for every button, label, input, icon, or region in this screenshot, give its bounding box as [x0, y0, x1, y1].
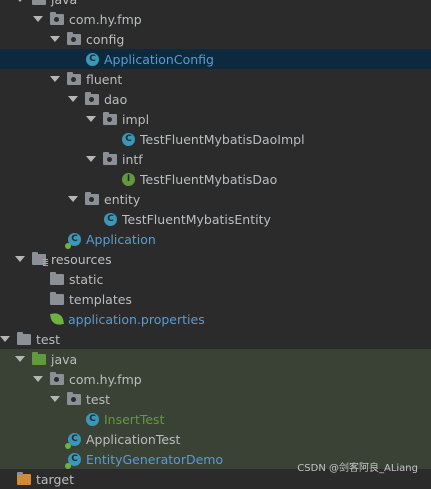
package-icon: [50, 371, 64, 385]
tree-item-package[interactable]: intf: [0, 149, 431, 169]
tree-item-interface[interactable]: I TestFluentMybatisDao: [0, 169, 431, 189]
folder-icon: [50, 291, 64, 305]
tree-item-label: java: [51, 351, 78, 367]
tree-item-label: TestFluentMybatisDao: [140, 171, 278, 187]
package-icon: [50, 11, 64, 25]
tree-item-package[interactable]: com.hy.fmp: [0, 369, 431, 389]
tree-item-package[interactable]: entity: [0, 189, 431, 209]
chevron-down-icon[interactable]: [50, 76, 60, 82]
tree-item-file[interactable]: application.properties: [0, 309, 431, 329]
tree-item-label: ApplicationTest: [86, 431, 181, 447]
folder-icon: [32, 0, 46, 5]
watermark: CSDN @剑客阿良_ALiang: [297, 463, 418, 474]
tree-item-label: application.properties: [68, 311, 205, 327]
tree-item-label: intf: [122, 151, 143, 167]
chevron-down-icon[interactable]: [33, 16, 43, 22]
tree-item-label: config: [86, 31, 125, 47]
tree-item-folder[interactable]: test: [0, 329, 431, 349]
test-class-icon: C: [86, 412, 99, 426]
tree-item-folder[interactable]: static: [0, 269, 431, 289]
package-icon: [67, 391, 81, 405]
tree-item-folder[interactable]: java: [0, 349, 431, 369]
spring-boot-class-icon: C: [65, 452, 81, 469]
tree-item-class[interactable]: C TestFluentMybatisDaoImpl: [0, 129, 431, 149]
tree-item-class[interactable]: C ApplicationTest: [0, 429, 431, 449]
chevron-down-icon[interactable]: [15, 0, 25, 2]
package-icon: [103, 111, 117, 125]
tree-item-label: com.hy.fmp: [69, 11, 142, 27]
tree-item-folder[interactable]: templates: [0, 289, 431, 309]
package-icon: [85, 91, 99, 105]
tree-item-label: test: [86, 391, 111, 407]
chevron-down-icon[interactable]: [86, 116, 96, 122]
spring-boot-class-icon: C: [65, 432, 81, 449]
tree-item-folder[interactable]: resources: [0, 249, 431, 269]
tree-item-label: resources: [51, 251, 112, 267]
tree-item-package[interactable]: dao: [0, 89, 431, 109]
chevron-down-icon[interactable]: [15, 356, 25, 362]
chevron-down-icon[interactable]: [15, 256, 25, 262]
tree-item-label: Application: [86, 231, 156, 247]
folder-icon: [50, 271, 64, 285]
chevron-down-icon[interactable]: [50, 396, 60, 402]
class-icon: C: [86, 52, 99, 66]
tree-item-package[interactable]: test: [0, 389, 431, 409]
spring-boot-class-icon: C: [65, 232, 81, 249]
package-icon: [85, 191, 99, 205]
folder-icon: [17, 331, 31, 345]
package-icon: [67, 71, 81, 85]
tree-item-class[interactable]: C Application: [0, 229, 431, 249]
tree-item-label: test: [36, 331, 61, 347]
tree-item-label: java: [51, 0, 77, 7]
class-icon: C: [122, 132, 135, 146]
tree-item-class[interactable]: C TestFluentMybatisEntity: [0, 209, 431, 229]
test-source-folder-icon: [32, 351, 46, 365]
chevron-down-icon[interactable]: [68, 96, 78, 102]
tree-item-label: EntityGeneratorDemo: [86, 451, 224, 467]
spring-leaf-icon: [50, 312, 64, 326]
chevron-down-icon[interactable]: [50, 36, 60, 42]
chevron-down-icon[interactable]: [0, 336, 10, 342]
resources-folder-icon: [32, 251, 48, 266]
tree-item-package[interactable]: fluent: [0, 69, 431, 89]
package-icon: [103, 151, 117, 165]
class-icon: C: [104, 212, 117, 226]
tree-item-label: TestFluentMybatisEntity: [122, 211, 271, 227]
package-icon: [67, 31, 81, 45]
tree-item-label: static: [69, 271, 104, 287]
interface-icon: I: [122, 172, 135, 186]
tree-item-package[interactable]: impl: [0, 109, 431, 129]
chevron-down-icon[interactable]: [86, 156, 96, 162]
tree-item-package[interactable]: config: [0, 29, 431, 49]
tree-item-label: entity: [104, 191, 141, 207]
tree-item-label: TestFluentMybatisDaoImpl: [140, 131, 305, 147]
tree-item-package[interactable]: com.hy.fmp: [0, 9, 431, 29]
chevron-down-icon[interactable]: [33, 376, 43, 382]
tree-item-label: fluent: [86, 71, 123, 87]
tree-item-label: impl: [122, 111, 150, 127]
chevron-down-icon[interactable]: [68, 196, 78, 202]
tree-item-label: InsertTest: [104, 411, 165, 427]
tree-item-class[interactable]: C InsertTest: [0, 409, 431, 429]
tree-item-label: templates: [69, 291, 132, 307]
tree-item-class[interactable]: C ApplicationConfig: [0, 49, 431, 69]
tree-item-label: target: [36, 471, 75, 487]
tree-item-label: dao: [104, 91, 128, 107]
excluded-folder-icon: [17, 471, 31, 485]
tree-item-label: ApplicationConfig: [104, 51, 214, 67]
tree-item-label: com.hy.fmp: [69, 371, 142, 387]
tree-item-java[interactable]: java: [0, 0, 431, 9]
